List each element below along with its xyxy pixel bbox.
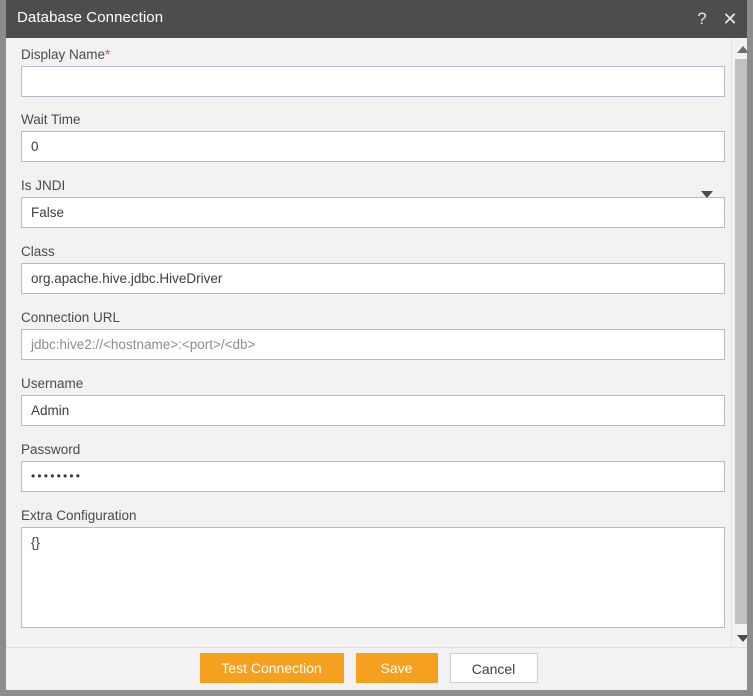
close-icon[interactable]: ✕ [718, 7, 742, 31]
dialog-title: Database Connection [17, 9, 164, 26]
field-display-name: Display Name* [21, 47, 725, 97]
textarea-extra-configuration[interactable]: {} [21, 527, 725, 628]
test-connection-button[interactable]: Test Connection [199, 653, 344, 683]
footer-button-row: Test Connection Save Cancel [6, 653, 731, 683]
label-display-name: Display Name* [21, 47, 111, 62]
required-asterisk: * [105, 47, 111, 62]
label-username: Username [21, 376, 84, 391]
input-username[interactable]: Admin [21, 395, 725, 426]
dialog-titlebar: Database Connection ? ✕ [6, 0, 747, 38]
label-extra-configuration: Extra Configuration [21, 508, 137, 523]
chevron-down-icon[interactable] [732, 629, 747, 647]
input-display-name[interactable] [21, 66, 725, 97]
field-is-jndi: Is JNDI False [21, 178, 725, 228]
select-is-jndi[interactable]: False [21, 197, 725, 228]
field-connection-url: Connection URL jdbc:hive2://<hostname>:<… [21, 310, 725, 360]
help-icon[interactable]: ? [690, 7, 714, 31]
field-username: Username Admin [21, 376, 725, 426]
cancel-button[interactable]: Cancel [449, 653, 538, 683]
label-wait-time: Wait Time [21, 112, 81, 127]
input-connection-url[interactable]: jdbc:hive2://<hostname>:<port>/<db> [21, 329, 725, 360]
input-wait-time[interactable]: 0 [21, 131, 725, 162]
label-password: Password [21, 442, 81, 457]
chevron-up-icon[interactable] [732, 40, 747, 58]
label-class: Class [21, 244, 55, 259]
input-class[interactable]: org.apache.hive.jdbc.HiveDriver [21, 263, 725, 294]
field-password: Password •••••••• [21, 442, 725, 492]
label-is-jndi: Is JNDI [21, 178, 66, 193]
label-connection-url: Connection URL [21, 310, 121, 325]
form-scroll-area: Display Name* Wait Time 0 Is JNDI False … [6, 38, 731, 648]
scrollbar-thumb[interactable] [735, 59, 747, 624]
field-wait-time: Wait Time 0 [21, 112, 725, 162]
chevron-down-icon[interactable] [701, 191, 713, 198]
input-password[interactable]: •••••••• [21, 461, 725, 492]
vertical-scrollbar[interactable] [731, 38, 747, 648]
dialog-footer: Test Connection Save Cancel [6, 647, 747, 690]
save-button[interactable]: Save [355, 653, 438, 683]
field-extra-configuration: Extra Configuration {} [21, 508, 725, 628]
field-class: Class org.apache.hive.jdbc.HiveDriver [21, 244, 725, 294]
database-connection-dialog: Database Connection ? ✕ Display Name* Wa… [0, 0, 753, 696]
